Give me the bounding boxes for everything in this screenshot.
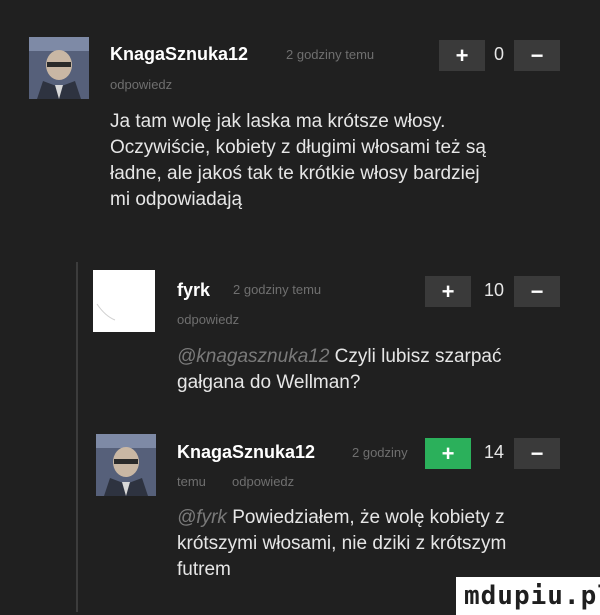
minus-icon: − <box>530 42 544 68</box>
username[interactable]: KnagaSznuka12 <box>177 442 315 463</box>
reply-link[interactable]: odpowiedz <box>110 77 172 92</box>
mention-link[interactable]: @knagasznuka12 <box>177 346 329 367</box>
timestamp-continued: temu <box>177 474 206 489</box>
avatar[interactable] <box>93 270 155 332</box>
vote-count: 0 <box>493 44 504 64</box>
mention-link[interactable]: @fyrk <box>177 507 227 528</box>
comment-body: Powiedziałem, że wolę kobiety z krótszym… <box>177 507 507 580</box>
comment-text: @knagasznuka12 Czyli lubisz szarpać gałg… <box>177 344 547 396</box>
vote-count: 14 <box>483 442 505 462</box>
timestamp: 2 godziny temu <box>233 282 322 297</box>
watermark: mdupiu.pl <box>456 577 600 615</box>
username[interactable]: fyrk <box>177 280 210 301</box>
comment-text: Ja tam wolę jak laska ma krótsze włosy. … <box>110 111 486 210</box>
downvote-button[interactable]: − <box>514 276 560 307</box>
thread-line <box>76 262 78 612</box>
upvote-button[interactable]: + <box>425 276 471 307</box>
comment-text: @fyrk Powiedziałem, że wolę kobiety z kr… <box>177 505 547 583</box>
avatar[interactable] <box>96 434 156 496</box>
reply-link[interactable]: odpowiedz <box>232 474 294 489</box>
timestamp: 2 godziny <box>352 445 408 460</box>
vote-count: 10 <box>483 280 505 300</box>
plus-icon: + <box>455 42 469 68</box>
reply-link[interactable]: odpowiedz <box>177 312 239 327</box>
upvote-button[interactable]: + <box>439 40 485 71</box>
avatar[interactable] <box>29 37 89 99</box>
minus-icon: − <box>530 278 544 304</box>
plus-icon: + <box>441 278 455 304</box>
plus-icon: + <box>441 440 455 466</box>
username[interactable]: KnagaSznuka12 <box>110 44 248 65</box>
downvote-button[interactable]: − <box>514 438 560 469</box>
upvote-button[interactable]: + <box>425 438 471 469</box>
minus-icon: − <box>530 440 544 466</box>
timestamp: 2 godziny temu <box>286 47 375 62</box>
downvote-button[interactable]: − <box>514 40 560 71</box>
